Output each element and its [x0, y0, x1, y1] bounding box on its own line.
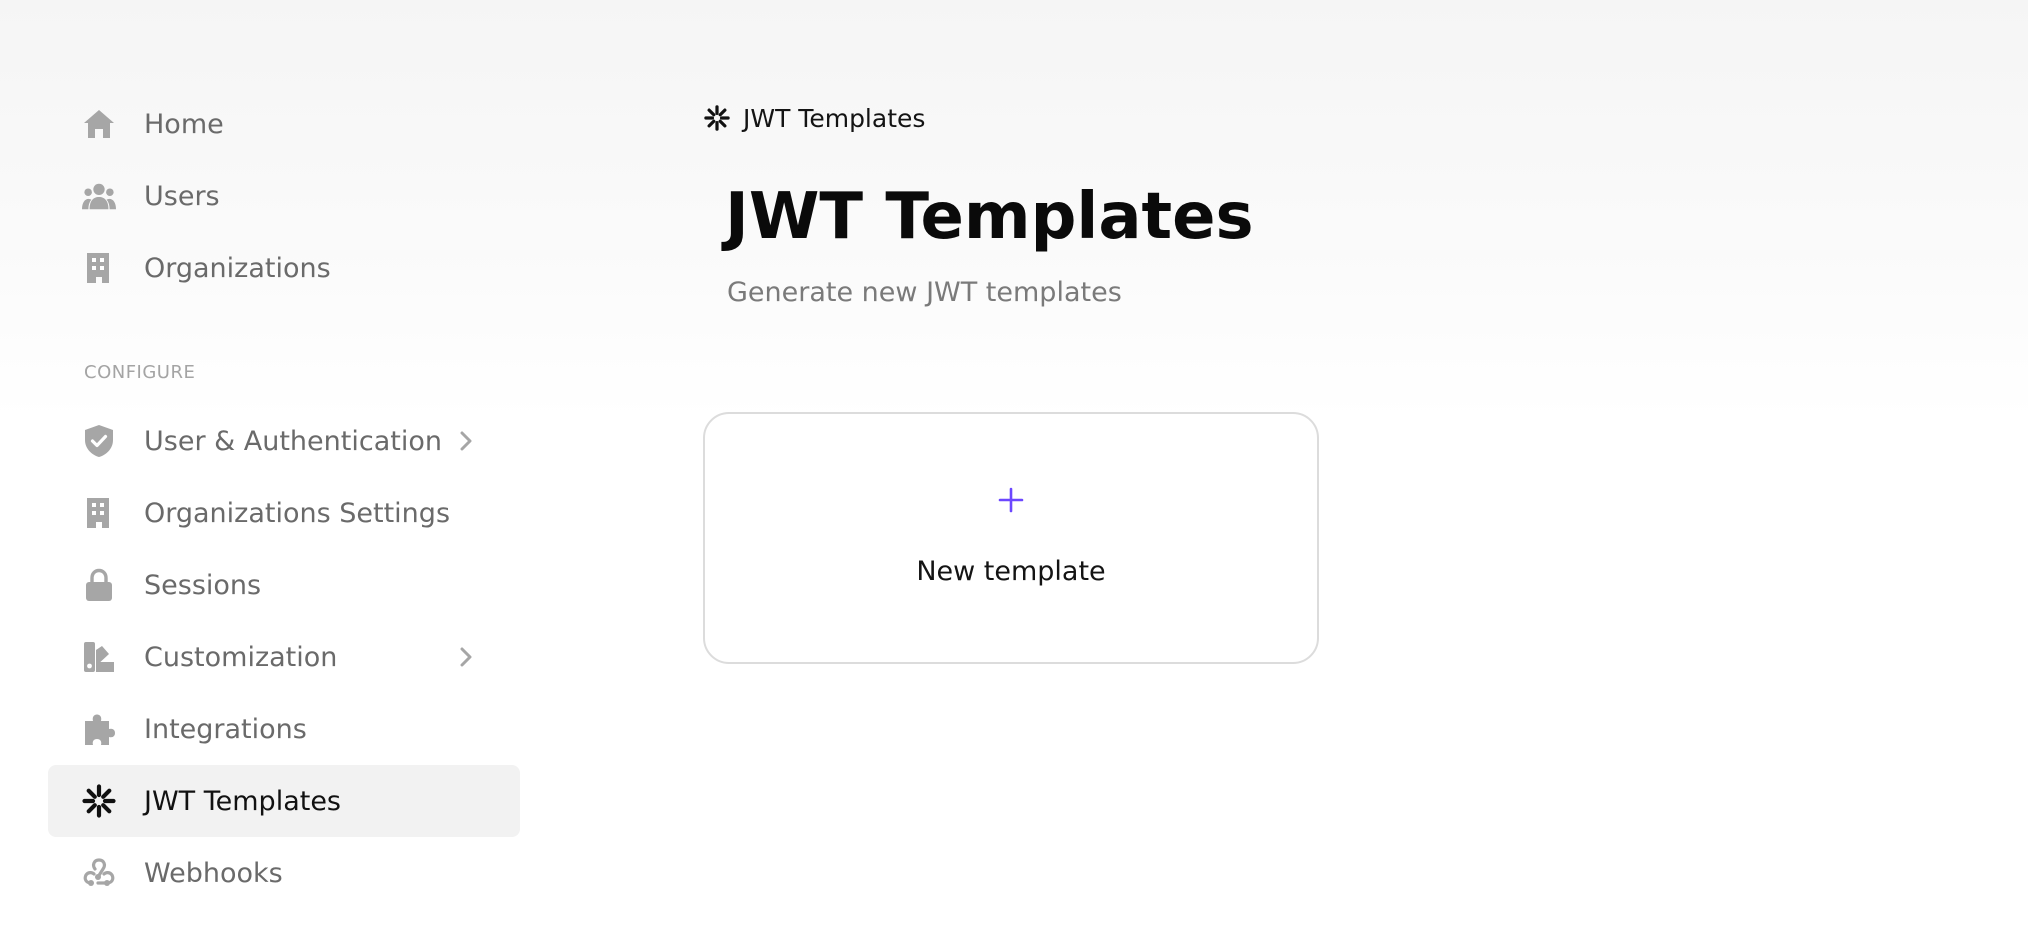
- asterisk-burst-icon: [82, 784, 116, 818]
- building-icon: [82, 496, 116, 530]
- plus-icon: [998, 487, 1024, 513]
- sidebar-item-user-authentication[interactable]: User & Authentication: [48, 405, 520, 477]
- building-icon: [82, 251, 116, 285]
- sidebar-item-integrations[interactable]: Integrations: [48, 693, 520, 765]
- sidebar-item-label: Integrations: [144, 713, 307, 745]
- sidebar-item-customization[interactable]: Customization: [48, 621, 520, 693]
- page-title: JWT Templates: [725, 180, 1254, 254]
- sidebar-item-label: Home: [144, 108, 224, 140]
- sidebar-item-label: Users: [144, 180, 220, 212]
- sidebar-item-jwt-templates[interactable]: JWT Templates: [48, 765, 520, 837]
- shield-check-icon: [82, 424, 116, 458]
- chevron-right-icon[interactable]: [456, 431, 476, 451]
- breadcrumb-label[interactable]: JWT Templates: [743, 104, 925, 133]
- page-subtitle: Generate new JWT templates: [727, 277, 1122, 308]
- sidebar-item-sessions[interactable]: Sessions: [48, 549, 520, 621]
- sidebar-item-label: User & Authentication: [144, 425, 442, 457]
- sidebar-item-label: Organizations: [144, 252, 331, 284]
- lock-icon: [82, 568, 116, 602]
- section-heading-configure: CONFIGURE: [84, 362, 196, 383]
- users-icon: [82, 179, 116, 213]
- puzzle-icon: [82, 712, 116, 746]
- sidebar-item-home[interactable]: Home: [48, 88, 520, 160]
- sidebar-item-organizations[interactable]: Organizations: [48, 232, 520, 304]
- sidebar-item-label: JWT Templates: [144, 785, 342, 817]
- breadcrumb: JWT Templates: [703, 100, 925, 136]
- new-template-card[interactable]: New template: [703, 412, 1319, 664]
- webhooks-icon: [82, 856, 116, 890]
- sidebar-item-users[interactable]: Users: [48, 160, 520, 232]
- home-icon: [82, 107, 116, 141]
- sidebar-item-label: Sessions: [144, 569, 262, 601]
- sidebar-item-webhooks[interactable]: Webhooks: [48, 837, 520, 909]
- sidebar-item-label: Customization: [144, 641, 338, 673]
- palette-icon: [82, 640, 116, 674]
- sidebar-item-organizations-settings[interactable]: Organizations Settings: [48, 477, 520, 549]
- sidebar-item-label: Organizations Settings: [144, 497, 451, 529]
- asterisk-burst-icon: [703, 104, 731, 132]
- sidebar-item-label: Webhooks: [144, 857, 283, 889]
- new-template-label: New template: [916, 556, 1106, 587]
- chevron-right-icon[interactable]: [456, 647, 476, 667]
